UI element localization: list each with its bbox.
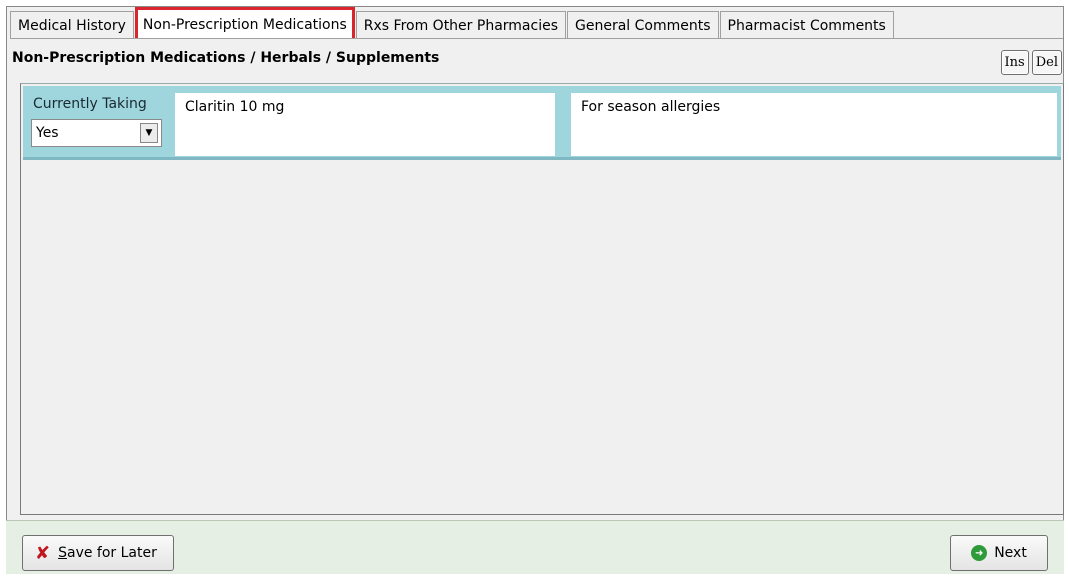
currently-taking-value: Yes (36, 125, 59, 141)
tab-rxs-other-pharmacies[interactable]: Rxs From Other Pharmacies (355, 11, 566, 39)
chevron-down-icon[interactable]: ▼ (140, 123, 158, 143)
save-for-later-button[interactable]: ✘ Save for Later (22, 535, 174, 571)
footer-bar: ✘ Save for Later ➜ Next (6, 520, 1064, 574)
medication-row[interactable]: Currently Taking Yes ▼ Claritin 10 mg Fo… (23, 86, 1061, 160)
save-label: ave for Later (66, 545, 157, 561)
save-label-mnemonic: S (58, 545, 67, 561)
arrow-right-circle-icon: ➜ (971, 545, 988, 561)
next-button[interactable]: ➜ Next (950, 535, 1048, 571)
row-actions: Ins Del (1000, 50, 1062, 75)
close-x-icon: ✘ (35, 542, 51, 564)
currently-taking-select[interactable]: Yes ▼ (31, 119, 162, 147)
section-title: Non-Prescription Medications / Herbals /… (12, 50, 440, 66)
tab-general-comments[interactable]: General Comments (567, 11, 719, 39)
currently-taking-label: Currently Taking (33, 96, 147, 112)
medication-grid: Currently Taking Yes ▼ Claritin 10 mg Fo… (20, 83, 1064, 515)
tab-non-prescription-medications[interactable]: Non-Prescription Medications (134, 7, 355, 39)
tab-strip: Medical History Non-Prescription Medicat… (10, 7, 895, 39)
tab-label: Rxs From Other Pharmacies (363, 17, 558, 34)
tab-label: Non-Prescription Medications (142, 16, 347, 33)
next-label: Next (994, 545, 1027, 561)
delete-button[interactable]: Del (1031, 50, 1062, 75)
medication-note-field[interactable]: For season allergies (571, 93, 1057, 156)
tab-label: Pharmacist Comments (727, 17, 886, 34)
tab-label: Medical History (18, 17, 126, 34)
tab-pharmacist-comments[interactable]: Pharmacist Comments (719, 11, 894, 39)
tab-label: General Comments (575, 17, 711, 34)
tab-divider (10, 38, 1063, 39)
tab-medical-history[interactable]: Medical History (10, 11, 134, 39)
insert-button[interactable]: Ins (1000, 50, 1029, 75)
medication-name-field[interactable]: Claritin 10 mg (175, 93, 555, 156)
